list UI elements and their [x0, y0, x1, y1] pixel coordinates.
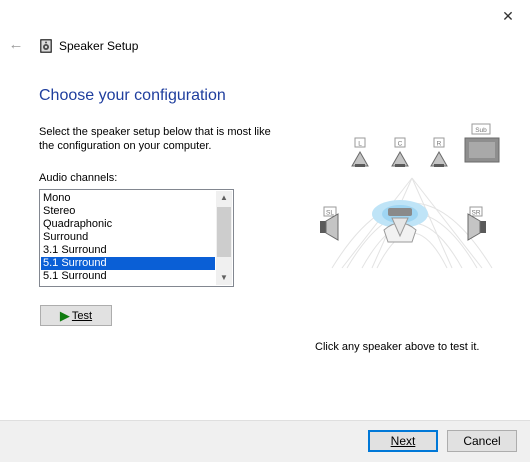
listbox-scrollbar[interactable]: ▲ ▼ [216, 191, 232, 285]
channel-option[interactable]: Stereo [41, 205, 215, 218]
scroll-thumb[interactable] [217, 207, 231, 257]
close-icon: ✕ [502, 7, 514, 24]
channel-option[interactable]: 3.1 Surround [41, 244, 215, 257]
page-heading: Choose your configuration [39, 87, 226, 104]
channel-list: Mono Stereo Quadraphonic Surround 3.1 Surrou… [41, 192, 215, 283]
speaker-label-l: L [358, 141, 362, 148]
channel-option[interactable]: Quadraphonic [41, 218, 215, 231]
audio-channels-listbox[interactable]: Mono Stereo Quadraphonic Surround 3.1 Surrou… [39, 189, 234, 287]
speaker-label-c: C [398, 141, 403, 148]
scroll-down-icon[interactable]: ▼ [216, 271, 232, 285]
back-arrow-icon: ← [8, 36, 24, 53]
speaker-label-sr: SR [471, 210, 480, 217]
dialog-footer: Next Cancel [0, 420, 530, 462]
test-button-label: Test [71, 309, 93, 322]
back-button[interactable]: ← [8, 37, 24, 53]
next-button-label: Next [390, 434, 416, 448]
subwoofer-speaker[interactable]: Sub [464, 123, 500, 163]
speaker-app-icon [40, 39, 52, 53]
channel-option[interactable]: 5.1 Surround [41, 270, 215, 283]
speaker-label-sl: SL [326, 210, 334, 217]
channel-option[interactable]: Surround [41, 231, 215, 244]
front-left-speaker[interactable]: L [351, 137, 369, 167]
cancel-button[interactable]: Cancel [447, 430, 517, 452]
test-button[interactable]: ▶ Test [40, 305, 112, 326]
next-button[interactable]: Next [368, 430, 438, 452]
instructions-text: Select the speaker setup below that is m… [39, 126, 271, 152]
channel-option[interactable]: Mono [41, 192, 215, 205]
front-right-speaker[interactable]: R [430, 137, 448, 167]
speaker-diagram: L C R Sub SL SR [320, 123, 500, 269]
side-right-speaker[interactable]: SR [467, 206, 486, 241]
channel-option[interactable]: 5.1 Surround [41, 257, 215, 270]
test-hint-text: Click any speaker above to test it. [315, 341, 480, 353]
speaker-label-sub: Sub [475, 127, 487, 134]
speaker-label-r: R [437, 141, 442, 148]
scroll-up-icon[interactable]: ▲ [216, 191, 232, 205]
audio-channels-label: Audio channels: [39, 172, 118, 184]
center-speaker[interactable]: C [391, 137, 409, 167]
cancel-button-label: Cancel [463, 434, 501, 448]
close-button[interactable]: ✕ [498, 6, 518, 26]
play-icon: ▶ [59, 308, 70, 323]
window-title: Speaker Setup [59, 39, 139, 53]
side-left-speaker[interactable]: SL [320, 206, 339, 241]
